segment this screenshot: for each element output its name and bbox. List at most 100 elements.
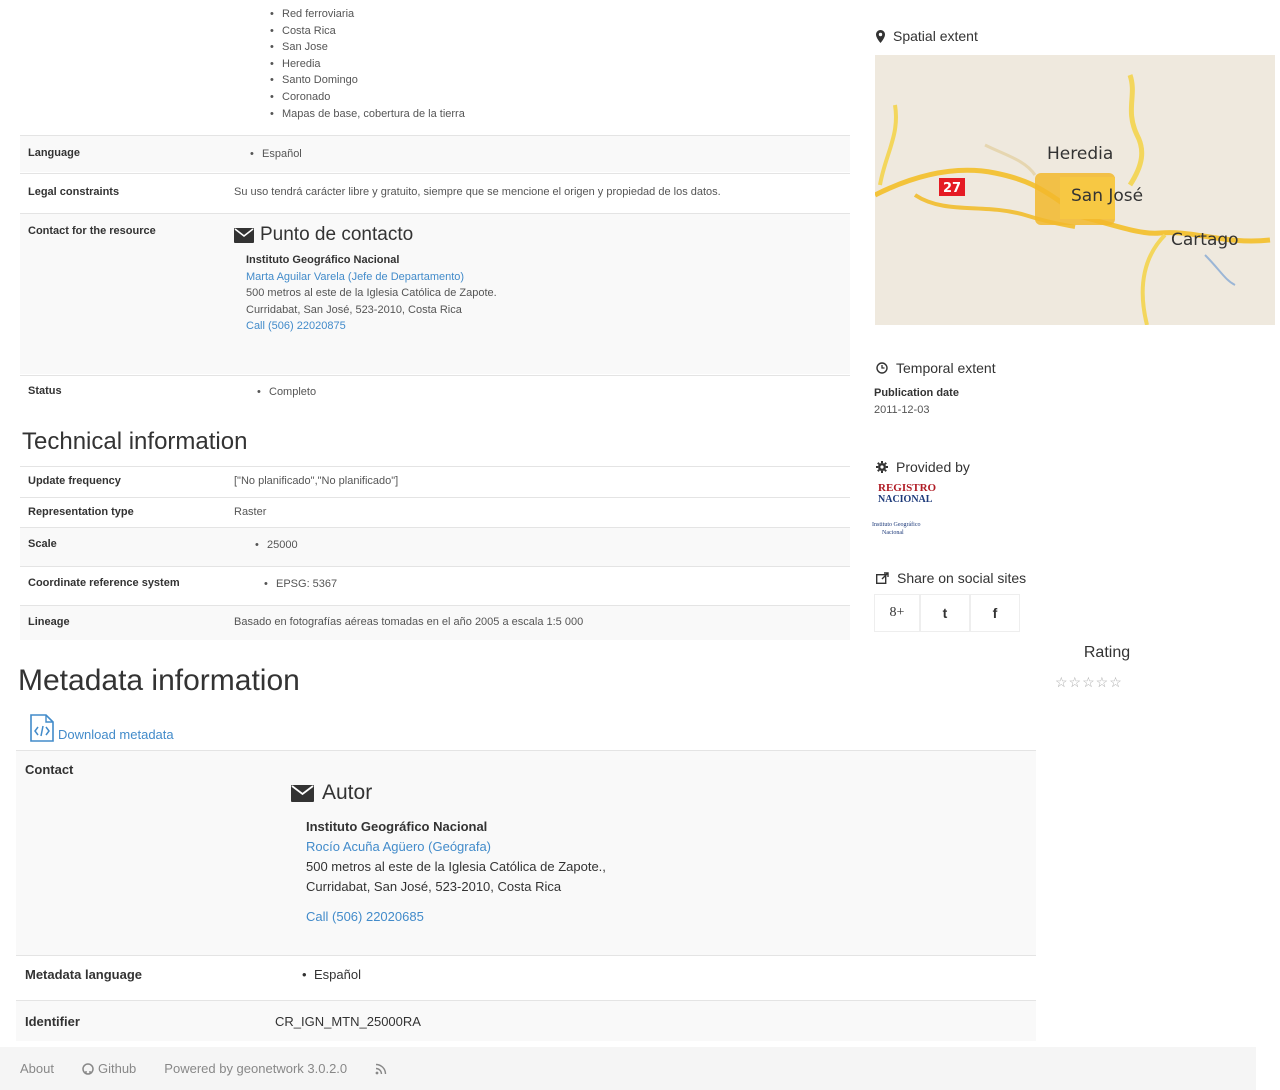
metadata-contact-org: Instituto Geográfico Nacional bbox=[306, 819, 488, 834]
provided-by-heading: Provided by bbox=[876, 459, 970, 475]
rating-stars[interactable]: ☆☆☆☆☆ bbox=[1055, 674, 1123, 691]
temporal-extent-heading: Temporal extent bbox=[876, 360, 996, 376]
powered-by-text: Powered by geonetwork 3.0.2.0 bbox=[164, 1061, 348, 1076]
spatial-extent-map[interactable]: 27 Heredia San José Cartago bbox=[875, 55, 1275, 325]
github-link[interactable]: Github bbox=[82, 1061, 136, 1076]
lineage-label: Lineage bbox=[28, 616, 70, 628]
row-language: Language Español bbox=[20, 135, 850, 172]
rss-icon bbox=[375, 1063, 387, 1074]
download-metadata-link[interactable]: Download metadata bbox=[30, 714, 174, 742]
keyword-item: San Jose bbox=[268, 39, 465, 56]
metadata-language-label: Metadata language bbox=[25, 967, 143, 982]
facebook-button[interactable]: f bbox=[970, 594, 1020, 632]
language-value-list: Español bbox=[248, 146, 302, 163]
envelope-icon bbox=[291, 784, 314, 802]
metadata-language-list: Español bbox=[300, 966, 361, 984]
map-label-san-jose: San José bbox=[1071, 186, 1143, 206]
google-plus-button[interactable]: 8+ bbox=[874, 594, 920, 632]
map-drawing: 27 Heredia San José Cartago bbox=[875, 55, 1275, 325]
scale-value: 25000 bbox=[253, 537, 298, 554]
provider-logo-line-2: NACIONAL bbox=[878, 494, 933, 505]
row-representation-type: Representation type Raster bbox=[20, 497, 850, 528]
crs-value: EPSG: 5367 bbox=[262, 576, 337, 593]
rating-label: Rating bbox=[1083, 644, 1131, 661]
contact-resource-label: Contact for the resource bbox=[28, 225, 156, 237]
metadata-contact-label: Contact bbox=[25, 762, 74, 777]
download-metadata-label: Download metadata bbox=[58, 727, 174, 742]
keyword-item: Santo Domingo bbox=[268, 72, 465, 89]
row-crs: Coordinate reference system EPSG: 5367 bbox=[20, 566, 850, 605]
provider-logo-line-4: Nacional bbox=[882, 530, 904, 536]
rss-link[interactable] bbox=[375, 1063, 387, 1075]
footer: About Github Powered by geonetwork 3.0.2… bbox=[0, 1047, 1256, 1090]
gear-icon bbox=[876, 461, 888, 473]
row-contact-resource: Contact for the resource Punto de contac… bbox=[20, 213, 850, 374]
spatial-extent-heading: Spatial extent bbox=[876, 28, 978, 44]
contact-person-link[interactable]: Marta Aguilar Varela (Jefe de Departamen… bbox=[246, 271, 464, 283]
contact-card: Punto de contacto Instituto Geográfico N… bbox=[234, 224, 834, 335]
keyword-item: Heredia bbox=[268, 56, 465, 73]
row-identifier: Identifier CR_IGN_MTN_25000RA bbox=[16, 1000, 1036, 1041]
keyword-list: Red ferroviariaCosta RicaSan JoseHeredia… bbox=[268, 6, 465, 122]
legal-value: Su uso tendrá carácter libre y gratuito,… bbox=[234, 186, 721, 198]
metadata-language-value: Español bbox=[300, 966, 361, 984]
share-heading: Share on social sites bbox=[876, 570, 1026, 586]
metadata-info-heading: Metadata information bbox=[18, 664, 300, 697]
scale-label: Scale bbox=[28, 538, 57, 550]
keyword-item: Coronado bbox=[268, 89, 465, 106]
publication-date-label: Publication date bbox=[874, 387, 959, 399]
contact-phone-link[interactable]: Call (506) 22020875 bbox=[246, 320, 346, 332]
lineage-value: Basado en fotografías aéreas tomadas en … bbox=[234, 616, 584, 628]
contact-org: Instituto Geográfico Nacional bbox=[246, 254, 400, 266]
crs-label: Coordinate reference system bbox=[28, 577, 180, 589]
representation-type-label: Representation type bbox=[28, 506, 134, 518]
metadata-contact-address-2: Curridabat, San José, 523-2010, Costa Ri… bbox=[306, 879, 562, 894]
contact-title: Punto de contacto bbox=[260, 224, 414, 245]
legal-label: Legal constraints bbox=[28, 186, 120, 198]
metadata-contact-phone-link[interactable]: Call (506) 22020685 bbox=[306, 909, 424, 924]
map-label-cartago: Cartago bbox=[1171, 230, 1239, 250]
row-metadata-contact: Contact Autor Instituto Geográfico Nacio… bbox=[16, 750, 1036, 955]
metadata-contact-person-link[interactable]: Rocío Acuña Agüero (Geógrafa) bbox=[306, 839, 491, 854]
representation-type-value: Raster bbox=[234, 506, 267, 518]
keyword-item: Mapas de base, cobertura de la tierra bbox=[268, 106, 465, 123]
map-label-heredia: Heredia bbox=[1047, 144, 1113, 164]
temporal-extent-label: Temporal extent bbox=[896, 360, 996, 376]
spatial-extent-label: Spatial extent bbox=[893, 28, 978, 44]
technical-info-heading: Technical information bbox=[22, 428, 248, 455]
scale-value-list: 25000 bbox=[253, 537, 298, 554]
provided-by-label: Provided by bbox=[896, 459, 970, 475]
keyword-item: Costa Rica bbox=[268, 23, 465, 40]
metadata-contact-card: Autor Instituto Geográfico Nacional Rocí… bbox=[291, 781, 991, 927]
twitter-button[interactable]: t bbox=[920, 594, 970, 632]
identifier-label: Identifier bbox=[25, 1014, 80, 1029]
share-label: Share on social sites bbox=[897, 570, 1027, 586]
provider-logo-line-1: REGISTRO bbox=[878, 482, 937, 494]
row-update-frequency: Update frequency ["No planificado","No p… bbox=[20, 466, 850, 497]
status-value: Completo bbox=[255, 384, 316, 401]
metadata-contact-address-1: 500 metros al este de la Iglesia Católic… bbox=[306, 859, 606, 874]
row-legal: Legal constraints Su uso tendrá carácter… bbox=[20, 173, 850, 212]
metadata-contact-title: Autor bbox=[322, 781, 373, 804]
github-icon bbox=[82, 1062, 94, 1075]
language-value: Español bbox=[248, 146, 302, 163]
route-27-label: 27 bbox=[943, 181, 961, 196]
keyword-item: Red ferroviaria bbox=[268, 6, 465, 23]
crs-value-list: EPSG: 5367 bbox=[262, 576, 337, 593]
contact-address-1: 500 metros al este de la Iglesia Católic… bbox=[246, 287, 497, 300]
row-scale: Scale 25000 bbox=[20, 527, 850, 566]
share-icon bbox=[876, 572, 889, 584]
update-frequency-label: Update frequency bbox=[28, 475, 121, 487]
contact-address-2: Curridabat, San José, 523-2010, Costa Ri… bbox=[246, 303, 462, 316]
provider-logo[interactable]: REGISTRO NACIONAL Instituto Geográfico N… bbox=[872, 483, 952, 547]
row-metadata-language: Metadata language Español bbox=[16, 955, 1036, 1000]
map-marker-icon bbox=[876, 29, 885, 43]
status-value-list: Completo bbox=[255, 384, 316, 401]
about-link[interactable]: About bbox=[20, 1061, 54, 1076]
clock-icon bbox=[876, 362, 888, 374]
social-buttons: 8+ t f bbox=[874, 594, 1020, 632]
status-label: Status bbox=[28, 385, 62, 397]
identifier-value: CR_IGN_MTN_25000RA bbox=[275, 1014, 421, 1029]
github-label: Github bbox=[97, 1061, 137, 1076]
provider-logo-line-3: Instituto Geográfico bbox=[872, 522, 921, 528]
